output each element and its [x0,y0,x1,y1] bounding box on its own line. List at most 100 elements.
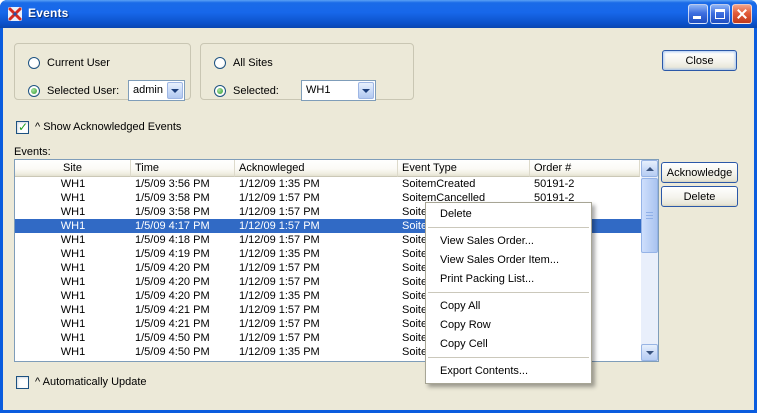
cell-acknowledged: 1/12/09 1:35 PM [235,345,398,359]
selected-user-radio[interactable] [28,85,40,97]
column-header-time[interactable]: Time [131,160,235,177]
cell-site: WH1 [15,261,131,275]
auto-update-checkbox[interactable] [16,376,29,389]
cell-time: 1/5/09 4:21 PM [131,317,235,331]
table-row[interactable]: WH11/5/09 3:56 PM1/12/09 1:35 PMSoitemCr… [15,177,641,191]
radio-dot-icon [217,88,223,94]
menu-separator [428,227,589,228]
selected-site-label: Selected: [233,85,279,98]
all-sites-label: All Sites [233,57,273,70]
vertical-scrollbar[interactable] [641,160,658,361]
chevron-down-icon [362,89,370,93]
current-user-radio[interactable] [28,57,40,69]
cell-site: WH1 [15,233,131,247]
cell-time: 1/5/09 4:19 PM [131,247,235,261]
site-select[interactable]: WH1 [301,80,376,101]
column-header-site[interactable]: Site [15,160,131,177]
cell-time: 1/5/09 4:21 PM [131,303,235,317]
selected-site-radio[interactable] [214,85,226,97]
column-header-acknowledged[interactable]: Acknowleged [235,160,398,177]
chevron-down-icon [171,89,179,93]
cell-time: 1/5/09 3:58 PM [131,205,235,219]
cell-site: WH1 [15,191,131,205]
column-header-order[interactable]: Order # [530,160,640,177]
scroll-up-button[interactable] [641,160,658,177]
cell-acknowledged: 1/12/09 1:57 PM [235,233,398,247]
cell-acknowledged: 1/12/09 1:35 PM [235,289,398,303]
cell-site: WH1 [15,275,131,289]
show-acknowledged-checkbox[interactable]: ✓ [16,121,29,134]
user-select-value: admin [133,84,163,97]
user-dropdown-button[interactable] [167,82,183,99]
menu-separator [428,292,589,293]
table-header: Site Time Acknowleged Event Type Order # [15,160,641,177]
all-sites-radio[interactable] [214,57,226,69]
scrollbar-thumb[interactable] [641,178,658,253]
cell-acknowledged: 1/12/09 1:57 PM [235,275,398,289]
acknowledge-button[interactable]: Acknowledge [661,162,738,183]
menu-item-copy-cell[interactable]: Copy Cell [426,335,591,354]
cell-site: WH1 [15,303,131,317]
app-icon [7,6,23,22]
cell-time: 1/5/09 4:50 PM [131,345,235,359]
cell-site: WH1 [15,219,131,233]
cell-time: 1/5/09 4:50 PM [131,331,235,345]
cell-site: WH1 [15,331,131,345]
menu-item-view-sales-order[interactable]: View Sales Order... [426,232,591,251]
cell-order: 50191-2 [530,177,640,191]
minimize-icon [693,16,701,19]
close-icon [733,5,751,23]
cell-site: WH1 [15,177,131,191]
cell-acknowledged: 1/12/09 1:35 PM [235,177,398,191]
radio-dot-icon [31,88,37,94]
menu-item-export-contents[interactable]: Export Contents... [426,362,591,381]
site-select-value: WH1 [306,84,330,97]
delete-button[interactable]: Delete [661,186,738,207]
cell-time: 1/5/09 4:20 PM [131,275,235,289]
cell-acknowledged: 1/12/09 1:57 PM [235,205,398,219]
cell-time: 1/5/09 4:18 PM [131,233,235,247]
user-select[interactable]: admin [128,80,185,101]
menu-item-view-sales-order-item[interactable]: View Sales Order Item... [426,251,591,270]
cell-acknowledged: 1/12/09 1:57 PM [235,261,398,275]
maximize-button[interactable] [710,4,730,24]
cell-site: WH1 [15,247,131,261]
cell-site: WH1 [15,205,131,219]
arrow-up-icon [646,167,654,171]
site-filter-groupbox: All Sites Selected: WH1 [200,43,414,100]
context-menu: Delete View Sales Order...View Sales Orde… [425,202,592,384]
show-acknowledged-label[interactable]: ^ Show Acknowledged Events [35,121,181,134]
column-header-event-type[interactable]: Event Type [398,160,530,177]
cell-acknowledged: 1/12/09 1:35 PM [235,247,398,261]
close-window-button[interactable] [732,4,752,24]
user-filter-groupbox: Current User Selected User: admin [14,43,191,100]
site-dropdown-button[interactable] [358,82,374,99]
check-icon: ✓ [18,120,28,134]
scroll-down-button[interactable] [641,344,658,361]
events-list-label: Events: [14,146,51,158]
cell-acknowledged: 1/12/09 1:57 PM [235,331,398,345]
cell-site: WH1 [15,345,131,359]
auto-update-label[interactable]: ^ Automatically Update [35,376,147,389]
arrow-down-icon [646,351,654,355]
caption-buttons [688,4,752,24]
cell-site: WH1 [15,289,131,303]
cell-time: 1/5/09 4:20 PM [131,289,235,303]
minimize-button[interactable] [688,4,708,24]
events-window: Events Current User Selected User: admin… [0,0,757,413]
cell-acknowledged: 1/12/09 1:57 PM [235,303,398,317]
cell-time: 1/5/09 3:56 PM [131,177,235,191]
cell-time: 1/5/09 4:20 PM [131,261,235,275]
titlebar[interactable]: Events [0,0,757,28]
window-title: Events [28,6,69,20]
cell-site: WH1 [15,317,131,331]
cell-time: 1/5/09 3:58 PM [131,191,235,205]
close-button[interactable]: Close [662,50,737,71]
maximize-icon [715,9,725,19]
menu-item-print-packing-list[interactable]: Print Packing List... [426,270,591,289]
menu-item-copy-all[interactable]: Copy All [426,297,591,316]
cell-acknowledged: 1/12/09 1:57 PM [235,191,398,205]
menu-item-copy-row[interactable]: Copy Row [426,316,591,335]
cell-acknowledged: 1/12/09 1:57 PM [235,317,398,331]
menu-item-delete[interactable]: Delete [426,205,591,224]
